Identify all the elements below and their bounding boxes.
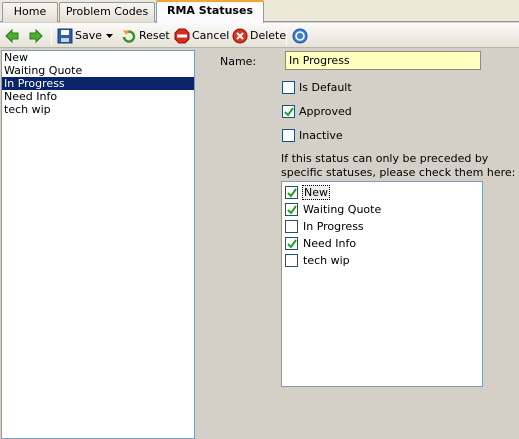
tab-home[interactable]: Home — [2, 2, 58, 22]
inactive-checkbox[interactable] — [282, 129, 295, 142]
arrow-right-icon — [29, 28, 43, 43]
floppy-disk-icon — [57, 28, 73, 43]
save-label: Save — [75, 29, 103, 42]
tab-rma-statuses[interactable]: RMA Statuses — [156, 0, 264, 23]
delete-icon — [232, 28, 248, 43]
preceded-item-waiting-quote[interactable]: Waiting Quote — [285, 202, 382, 217]
tab-rma-statuses-label: RMA Statuses — [166, 4, 253, 17]
delete-button[interactable]: Delete — [232, 27, 286, 44]
toolbar: Save Reset Cancel Delete — [0, 23, 519, 48]
toolbar-separator — [286, 26, 287, 45]
reset-icon — [122, 29, 136, 43]
approved-checkbox[interactable] — [282, 105, 295, 118]
chevron-down-icon — [106, 33, 113, 38]
tab-problem-codes[interactable]: Problem Codes — [59, 2, 155, 22]
cancel-label: Cancel — [192, 29, 230, 42]
preceded-item-new[interactable]: New — [285, 185, 330, 200]
stop-icon — [174, 28, 190, 43]
preceded-item-label: Waiting Quote — [303, 203, 382, 216]
list-item[interactable]: Need Info — [2, 90, 194, 103]
reset-label: Reset — [139, 29, 170, 42]
list-item[interactable]: Waiting Quote — [2, 64, 194, 77]
preceded-item-tech-wip[interactable]: tech wip — [285, 253, 351, 268]
check-icon — [287, 205, 297, 215]
delete-label: Delete — [250, 29, 287, 42]
check-icon — [284, 107, 294, 117]
approved-label: Approved — [299, 105, 352, 118]
check-icon — [287, 239, 297, 249]
list-item[interactable]: New — [2, 51, 194, 64]
preceded-item-label: tech wip — [303, 254, 350, 267]
preceded-checkbox[interactable] — [285, 203, 298, 216]
tab-bar: Home Problem Codes RMA Statuses — [0, 0, 519, 23]
preceded-item-need-info[interactable]: Need Info — [285, 236, 357, 251]
preceded-item-label: Need Info — [303, 237, 357, 250]
back-button[interactable] — [4, 27, 22, 44]
is-default-label: Is Default — [299, 81, 352, 94]
preceded-item-in-progress[interactable]: In Progress — [285, 219, 365, 234]
list-item[interactable]: tech wip — [2, 103, 194, 116]
forward-button[interactable] — [28, 27, 46, 44]
help-icon — [292, 28, 308, 43]
reset-button[interactable]: Reset — [121, 27, 170, 44]
help-button[interactable] — [292, 27, 310, 44]
preceded-checkbox[interactable] — [285, 254, 298, 267]
preceded-checkbox[interactable] — [285, 220, 298, 233]
preceded-checkbox[interactable] — [285, 186, 298, 199]
list-item-selected[interactable]: In Progress — [2, 77, 194, 90]
tab-problem-codes-label: Problem Codes — [65, 5, 149, 18]
toolbar-separator — [51, 26, 52, 45]
name-field[interactable] — [285, 51, 481, 70]
is-default-checkbox[interactable] — [282, 81, 295, 94]
status-list[interactable]: New Waiting Quote In Progress Need Info … — [1, 50, 195, 439]
save-button[interactable]: Save — [57, 27, 102, 44]
cancel-button[interactable]: Cancel — [174, 27, 229, 44]
save-dropdown-button[interactable] — [106, 27, 113, 44]
preceded-item-label: New — [302, 185, 330, 200]
preceded-item-label: In Progress — [303, 220, 364, 233]
name-label: Name: — [220, 55, 257, 68]
preceded-checkbox[interactable] — [285, 237, 298, 250]
inactive-label: Inactive — [299, 129, 343, 142]
check-icon — [287, 188, 297, 198]
preceded-instructions-line2: specific statuses, please check them her… — [281, 166, 516, 179]
tab-home-label: Home — [13, 5, 47, 18]
preceded-status-checklist: New Waiting Quote In Progress Need Info … — [281, 181, 483, 387]
preceded-instructions-line1: If this status can only be preceded by — [281, 152, 489, 165]
arrow-left-icon — [5, 28, 19, 43]
